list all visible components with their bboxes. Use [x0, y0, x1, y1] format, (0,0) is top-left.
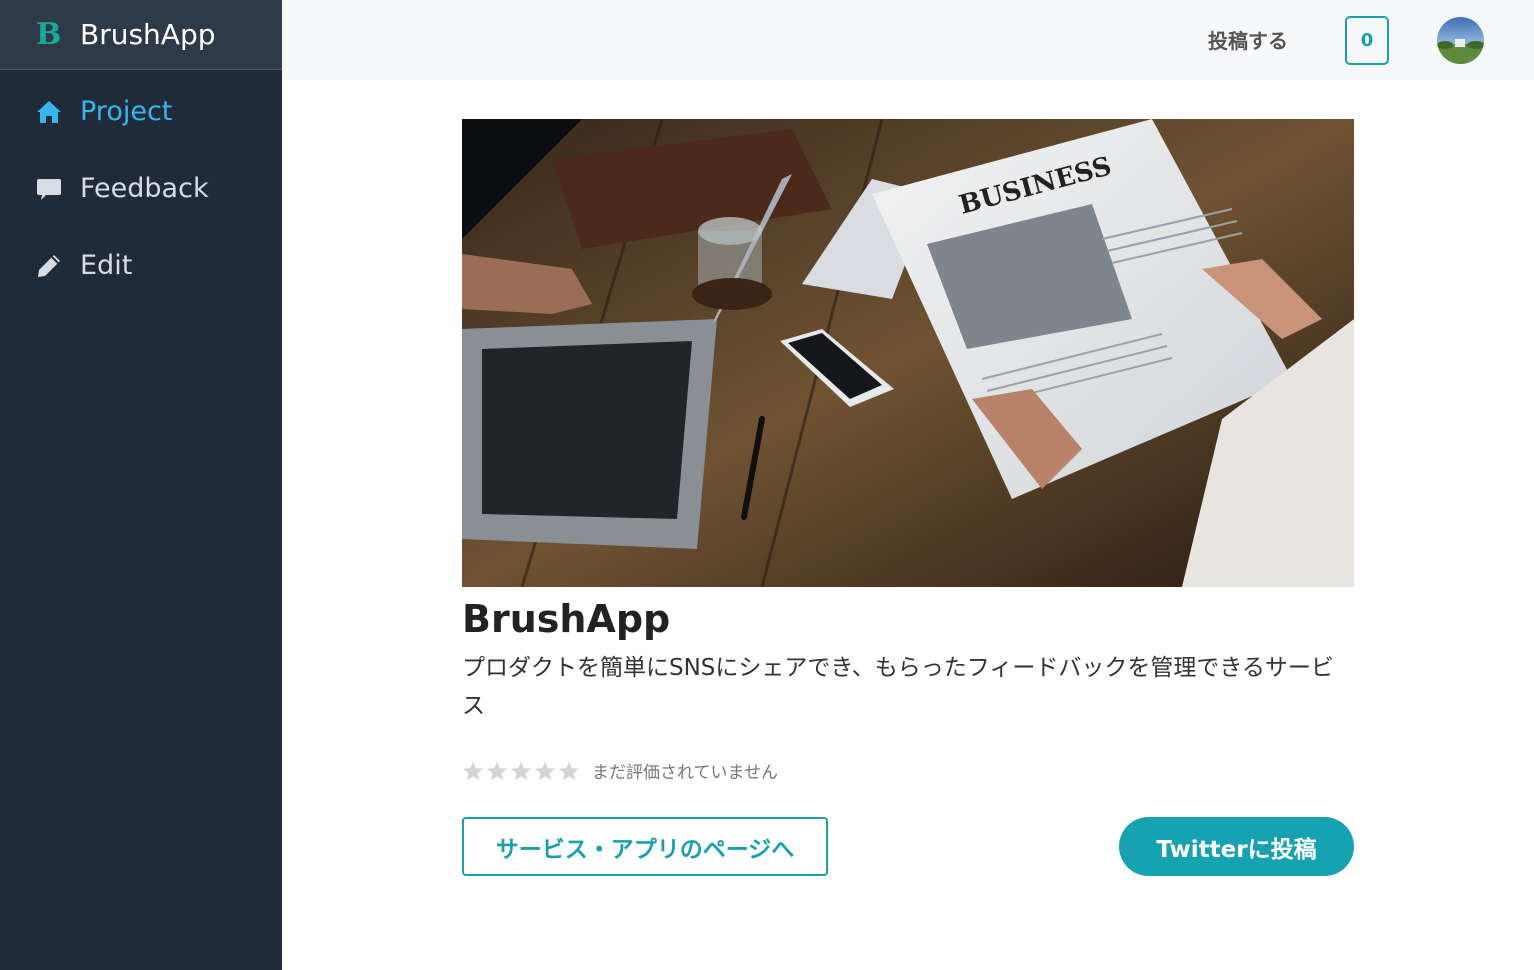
notification-count-badge[interactable]: 0: [1345, 16, 1389, 65]
post-to-twitter-button[interactable]: Twitterに投稿: [1119, 817, 1354, 876]
star-rating[interactable]: [462, 761, 582, 781]
brand[interactable]: B BrushApp: [0, 0, 282, 70]
rating-status-text: まだ評価されていません: [592, 763, 778, 783]
top-header: 投稿する 0: [282, 0, 1534, 80]
sidebar-item-project[interactable]: Project: [0, 73, 282, 150]
sidebar-item-label: Project: [80, 96, 173, 127]
rating: まだ評価されていません: [462, 758, 778, 783]
star-icon: [463, 761, 483, 780]
project-description: プロダクトを簡単にSNSにシェアでき、もらったフィードバックを管理できるサービス: [462, 655, 1334, 719]
star-icon: [535, 761, 555, 780]
comment-icon: [35, 175, 63, 203]
brand-name: BrushApp: [80, 18, 216, 51]
sidebar: B BrushApp Project Feedback Edit: [0, 0, 282, 970]
project-hero-image: BUSINESS: [462, 119, 1354, 587]
sidebar-item-label: Feedback: [80, 173, 209, 204]
star-icon: [487, 761, 507, 780]
brand-logo: B: [36, 16, 62, 52]
sidebar-item-feedback[interactable]: Feedback: [0, 150, 282, 227]
home-icon: [35, 98, 63, 126]
avatar[interactable]: [1437, 17, 1484, 64]
project-title: BrushApp: [462, 597, 671, 641]
star-icon: [559, 761, 579, 780]
pencil-icon: [35, 252, 63, 280]
visit-service-button[interactable]: サービス・アプリのページへ: [462, 817, 828, 876]
sidebar-item-label: Edit: [80, 250, 133, 281]
sidebar-item-edit[interactable]: Edit: [0, 227, 282, 304]
star-icon: [511, 761, 531, 780]
post-link[interactable]: 投稿する: [1208, 25, 1288, 54]
